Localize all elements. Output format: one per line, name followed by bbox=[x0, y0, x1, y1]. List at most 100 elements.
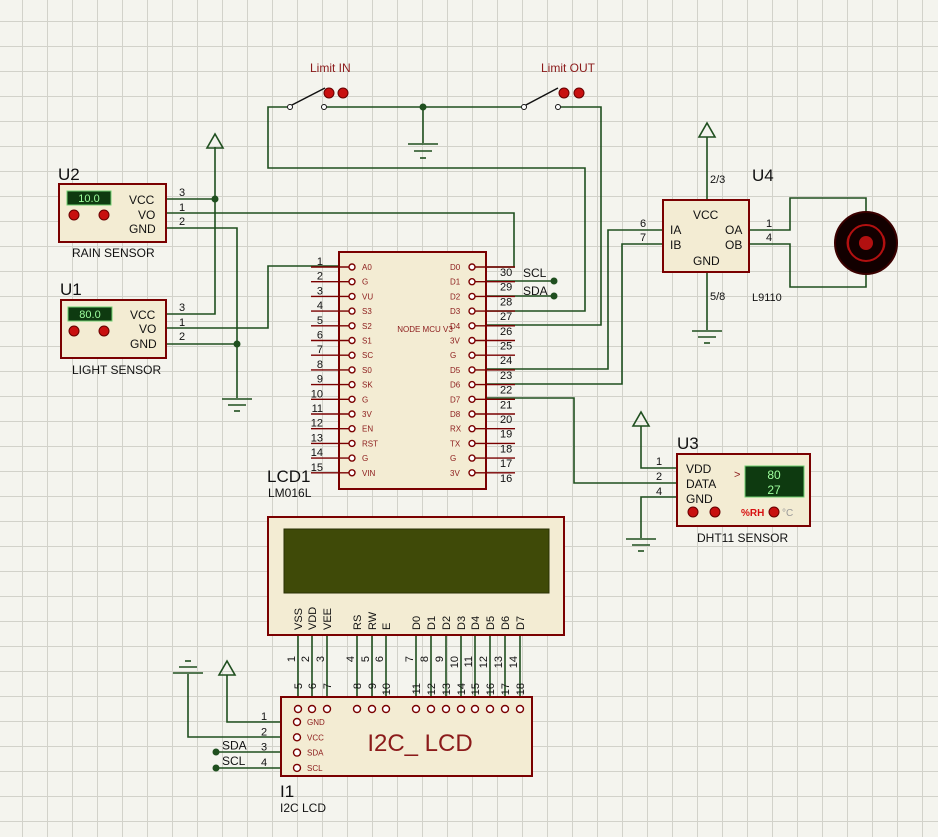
mcu-pin-number: 20 bbox=[500, 414, 512, 426]
power-arrow-dht11 bbox=[631, 410, 651, 427]
mcu-pin-dot[interactable] bbox=[468, 454, 476, 462]
i1-top-pin-dot[interactable] bbox=[485, 704, 495, 714]
i2c-lcd-i1[interactable]: I2C_ LCD GND1VCC2SDA3SDASCL4SCL 5 6 7 8 9 10 1… bbox=[222, 683, 533, 815]
mcu-pin-label: D3 bbox=[450, 307, 461, 316]
i1-top-pin-dot[interactable] bbox=[352, 704, 362, 714]
dht11-sensor-u3[interactable]: U3 VDD DATA GND 1 2 4 > 80 27 %RH °C DHT… bbox=[656, 434, 811, 545]
mcu-pin-dot[interactable] bbox=[468, 469, 476, 477]
mcu-pin-dot[interactable] bbox=[468, 410, 476, 418]
mcu-pin-dot[interactable] bbox=[348, 454, 356, 462]
mcu-pin-dot[interactable] bbox=[348, 322, 356, 330]
mcu-pin-dot[interactable] bbox=[468, 336, 476, 345]
mcu-pin-dot[interactable] bbox=[348, 336, 356, 345]
i1-top-pin-dot[interactable] bbox=[322, 704, 332, 714]
u4-pin-num-oa: 1 bbox=[766, 218, 772, 230]
mcu-pin-dot[interactable] bbox=[468, 322, 476, 330]
i1-top-pin-number: 12 bbox=[426, 683, 438, 695]
u3-name: DHT11 SENSOR bbox=[697, 531, 788, 545]
mcu-pin-dot[interactable] bbox=[348, 395, 356, 403]
mcu-pin-dot[interactable] bbox=[348, 263, 356, 271]
motor-driver-u4[interactable]: U4 VCC IA IB GND OA OB 2/3 6 7 5/8 1 4 L… bbox=[640, 166, 782, 304]
i1-top-pin-dot[interactable] bbox=[441, 704, 451, 714]
u1-name: LIGHT SENSOR bbox=[72, 363, 161, 377]
u3-btn-1[interactable] bbox=[687, 506, 699, 518]
mcu-pin-dot[interactable] bbox=[468, 351, 476, 359]
i1-top-pin-dot[interactable] bbox=[515, 704, 525, 714]
mcu-pin-dot[interactable] bbox=[348, 351, 356, 359]
mcu-pin-label: VU bbox=[362, 292, 373, 301]
lcd1-pin-number: 7 bbox=[404, 656, 416, 662]
ground-sensors bbox=[222, 398, 252, 412]
mcu-pin-dot[interactable] bbox=[348, 366, 356, 374]
lcd1-pin-number: 14 bbox=[508, 656, 520, 668]
mcu-pin-dot[interactable] bbox=[468, 425, 476, 433]
mcu-pin-dot[interactable] bbox=[348, 307, 356, 315]
u2-btn-down[interactable] bbox=[68, 209, 80, 221]
mcu-pin-dot[interactable] bbox=[468, 380, 476, 389]
mcu-pin-dot[interactable] bbox=[468, 366, 476, 374]
u3-pin-num-vdd: 1 bbox=[656, 456, 662, 468]
i1-top-pin-dot[interactable] bbox=[470, 704, 480, 714]
mcu-pin-dot[interactable] bbox=[348, 380, 356, 389]
dc-motor-icon[interactable] bbox=[834, 211, 898, 275]
mcu-pin-dot[interactable] bbox=[468, 278, 476, 286]
lcd1-pin-label: E bbox=[381, 623, 393, 630]
lcd1-pin-label: VSS bbox=[293, 608, 305, 630]
u4-pin-ib: IB bbox=[670, 238, 681, 252]
u1-btn-down[interactable] bbox=[68, 325, 80, 337]
i1-left-pin-dot[interactable] bbox=[292, 717, 302, 727]
i1-left-pin-dot[interactable] bbox=[292, 733, 302, 742]
mcu-pin-number: 22 bbox=[500, 385, 512, 397]
u3-pin-num-gnd: 4 bbox=[656, 486, 662, 498]
mcu-pin-dot[interactable] bbox=[348, 410, 356, 418]
i1-top-pin-dot[interactable] bbox=[293, 704, 303, 714]
u4-pin-num-ob: 4 bbox=[766, 232, 772, 244]
mcu-pin-label: G bbox=[450, 351, 456, 360]
i1-left-pin-dot[interactable] bbox=[292, 763, 302, 773]
i1-top-pin-dot[interactable] bbox=[367, 704, 377, 714]
mcu-pin-number: 14 bbox=[311, 447, 323, 459]
mcu-pin-label: G bbox=[362, 278, 368, 287]
lcd1-pin-label: RS bbox=[352, 615, 364, 630]
u3-btn-3[interactable] bbox=[768, 506, 780, 518]
lcd1-pin-number: 2 bbox=[300, 656, 312, 662]
i1-top-pin-dot[interactable] bbox=[411, 704, 421, 714]
mcu-pin-dot[interactable] bbox=[348, 469, 356, 477]
mcu-pin-dot[interactable] bbox=[468, 263, 476, 271]
mcu-pin-number: 1 bbox=[317, 256, 323, 268]
node-mcu[interactable]: NODE MCU V3 1 A0 2 G 3 VU 4 S3 5 S2 6 S1 7 SC 8 S0 9 SK 10… bbox=[311, 251, 548, 490]
mcu-pin-number: 24 bbox=[500, 355, 512, 367]
mcu-pin-dot[interactable] bbox=[348, 278, 356, 286]
switch-limit-in-pin-a bbox=[323, 87, 335, 99]
i1-top-pin-dot[interactable] bbox=[456, 704, 466, 714]
mcu-pin-dot[interactable] bbox=[348, 292, 356, 301]
mcu-pin-dot[interactable] bbox=[348, 439, 356, 448]
mcu-pin-label: S2 bbox=[362, 322, 372, 331]
mcu-pin-dot[interactable] bbox=[468, 292, 476, 301]
i1-top-pin-dot[interactable] bbox=[500, 704, 510, 714]
u1-btn-up[interactable] bbox=[98, 325, 110, 337]
switch-limit-out[interactable]: Limit OUT bbox=[521, 61, 596, 110]
u3-ref: U3 bbox=[677, 434, 699, 453]
mcu-pin-dot[interactable] bbox=[468, 307, 476, 315]
u2-btn-up[interactable] bbox=[98, 209, 110, 221]
light-sensor-u1[interactable]: U1 80.0 VCC VO GND 3 1 2 LIGHT SENSOR bbox=[60, 280, 185, 377]
switch-limit-in[interactable]: Limit IN bbox=[287, 61, 351, 110]
lcd1-model: LM016L bbox=[268, 486, 312, 500]
mcu-pin-number: 29 bbox=[500, 282, 512, 294]
u3-pin-data: DATA bbox=[686, 477, 716, 491]
mcu-pin-dot[interactable] bbox=[468, 439, 476, 448]
u1-pin-num-vo: 1 bbox=[179, 317, 185, 329]
mcu-pin-dot[interactable] bbox=[468, 395, 476, 403]
rain-sensor-u2[interactable]: U2 10.0 VCC VO GND 3 1 2 RAIN SENSOR bbox=[58, 165, 185, 260]
i1-left-pin-dot[interactable] bbox=[292, 748, 302, 757]
mcu-pin-label: TX bbox=[450, 439, 461, 448]
i1-top-pin-dot[interactable] bbox=[381, 704, 391, 714]
mcu-pin-dot[interactable] bbox=[348, 425, 356, 433]
u1-ref: U1 bbox=[60, 280, 82, 299]
i1-top-pin-dot[interactable] bbox=[426, 704, 436, 714]
power-arrow-sensors bbox=[205, 132, 225, 149]
mcu-pin-number: 27 bbox=[500, 311, 512, 323]
u3-btn-2[interactable] bbox=[709, 506, 721, 518]
i1-top-pin-dot[interactable] bbox=[307, 704, 317, 714]
